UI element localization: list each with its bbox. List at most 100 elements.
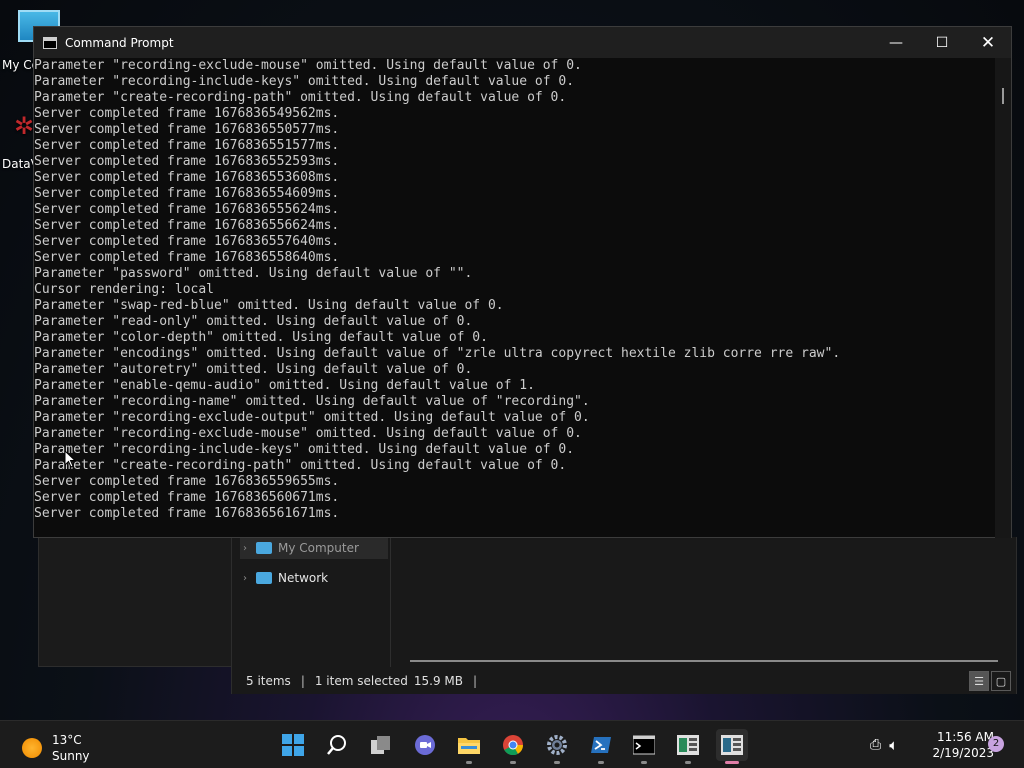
console-line: Parameter "create-recording-path" omitte… [34, 90, 567, 105]
console-line: Parameter "recording-exclude-mouse" omit… [34, 426, 582, 441]
chat-icon [415, 735, 435, 755]
chevron-right-icon: › [243, 542, 247, 554]
console-line: Parameter "swap-red-blue" omitted. Using… [34, 298, 504, 313]
notification-badge[interactable]: 2 [988, 736, 1004, 752]
close-icon: ✕ [980, 32, 996, 53]
command-prompt-icon [43, 36, 57, 49]
volume-icon[interactable]: 🔈︎ [889, 736, 898, 754]
selection-size: 15.9 MB [413, 673, 464, 688]
clock-date: 2/19/2023 [932, 746, 994, 760]
file-explorer-icon [458, 738, 480, 754]
search-icon [327, 735, 346, 755]
console-line: Parameter "color-depth" omitted. Using d… [34, 330, 488, 345]
details-view-button[interactable]: ☰ [969, 671, 989, 691]
start-icon [282, 734, 304, 756]
app-active-icon [721, 735, 743, 755]
window-title: Command Prompt [65, 35, 174, 50]
file-explorer-button[interactable] [453, 729, 485, 764]
separator: | [473, 673, 478, 688]
app-icon [677, 735, 699, 755]
console-line: Server completed frame 1676836550577ms. [34, 122, 340, 137]
nav-item-network[interactable]: › Network [240, 567, 388, 589]
details-view-icon: ☰ [974, 674, 984, 688]
scrollbar-thumb[interactable] [1002, 88, 1004, 104]
network-icon[interactable]: ⎙ [870, 737, 881, 753]
task-view-icon [371, 736, 390, 754]
minimize-button[interactable]: — [873, 27, 919, 58]
weather-condition: Sunny [52, 749, 90, 763]
command-prompt-window[interactable]: Command Prompt — ☐ ✕ Parameter "recordin… [33, 26, 1012, 538]
nav-item-label: Network [278, 571, 329, 585]
file-explorer-window: › My Computer › Network 5 items | 1 item… [231, 537, 1017, 694]
computer-icon [256, 542, 272, 554]
status-bar: 5 items | 1 item selected 15.9 MB | [232, 667, 1018, 694]
running-indicator [554, 761, 560, 764]
search-button[interactable] [321, 729, 353, 761]
task-view-button[interactable] [365, 729, 397, 761]
nav-item-label: My Computer [278, 541, 359, 555]
maximize-button[interactable]: ☐ [919, 27, 965, 58]
console-line: Server completed frame 1676836554609ms. [34, 186, 340, 201]
maximize-icon: ☐ [935, 34, 949, 51]
start-button[interactable] [277, 729, 309, 761]
settings-icon [547, 735, 567, 755]
clock-time: 11:56 AM [937, 730, 994, 744]
navigation-pane: › My Computer › Network [232, 537, 391, 667]
chevron-right-icon: › [243, 572, 247, 584]
console-line: Parameter "recording-name" omitted. Usin… [34, 394, 590, 409]
running-indicator [685, 761, 691, 764]
console-line: Parameter "autoretry" omitted. Using def… [34, 362, 473, 377]
tiles-view-icon: ▢ [995, 674, 1007, 688]
console-line: Parameter "password" omitted. Using defa… [34, 266, 473, 281]
settings-button[interactable] [541, 729, 573, 764]
console-line: Parameter "enable-qemu-audio" omitted. U… [34, 378, 535, 393]
taskbar: 13°C Sunny ⎙ 🔈︎ 11:56 AM 2/19/2023 [0, 720, 1024, 768]
nav-item-my-computer[interactable]: › My Computer [240, 537, 388, 559]
console-line: Server completed frame 1676836553608ms. [34, 170, 340, 185]
console-line: Server completed frame 1676836549562ms. [34, 106, 340, 121]
weather-temperature: 13°C [52, 733, 82, 747]
title-bar[interactable]: Command Prompt — ☐ ✕ [34, 27, 1011, 58]
sun-icon [22, 738, 42, 758]
console-output[interactable]: Parameter "recording-exclude-mouse" omit… [34, 58, 996, 538]
active-indicator [725, 761, 739, 764]
active-app-button[interactable] [716, 729, 748, 764]
console-line: Parameter "recording-include-keys" omitt… [34, 74, 575, 89]
chrome-button[interactable] [497, 729, 529, 764]
clock[interactable]: 11:56 AM 2/19/2023 [914, 729, 994, 761]
console-line: Parameter "read-only" omitted. Using def… [34, 314, 473, 329]
close-button[interactable]: ✕ [965, 27, 1011, 58]
app-button[interactable] [672, 729, 704, 764]
console-line: Server completed frame 1676836557640ms. [34, 234, 340, 249]
console-line: Server completed frame 1676836561671ms. [34, 506, 340, 521]
horizontal-scrollbar[interactable] [410, 660, 998, 662]
chrome-icon [503, 735, 524, 756]
console-line: Server completed frame 1676836555624ms. [34, 202, 340, 217]
chat-button[interactable] [409, 729, 441, 761]
powershell-icon [591, 737, 611, 753]
console-line: Server completed frame 1676836559655ms. [34, 474, 340, 489]
network-icon [256, 572, 272, 584]
console-line: Server completed frame 1676836560671ms. [34, 490, 340, 505]
console-line: Server completed frame 1676836558640ms. [34, 250, 340, 265]
console-line: Parameter "recording-exclude-output" omi… [34, 410, 590, 425]
command-prompt-button[interactable] [628, 729, 660, 764]
system-tray: ⎙ 🔈︎ [870, 721, 898, 768]
vertical-scrollbar[interactable] [995, 58, 1011, 538]
console-line: Parameter "recording-include-keys" omitt… [34, 442, 575, 457]
selection-count: 1 item selected [314, 673, 408, 688]
running-indicator [598, 761, 604, 764]
terminal-icon [633, 735, 655, 755]
background-window [38, 537, 234, 667]
separator: | [300, 673, 305, 688]
console-line: Parameter "create-recording-path" omitte… [34, 458, 567, 473]
console-line: Cursor rendering: local [34, 282, 215, 297]
running-indicator [641, 761, 647, 764]
weather-widget[interactable]: 13°C Sunny [22, 732, 90, 764]
large-icons-view-button[interactable]: ▢ [991, 671, 1011, 691]
console-line: Parameter "recording-exclude-mouse" omit… [34, 58, 582, 73]
powershell-button[interactable] [585, 729, 617, 764]
console-line: Parameter "encodings" omitted. Using def… [34, 346, 841, 361]
console-line: Server completed frame 1676836556624ms. [34, 218, 340, 233]
item-count: 5 items [246, 673, 291, 688]
